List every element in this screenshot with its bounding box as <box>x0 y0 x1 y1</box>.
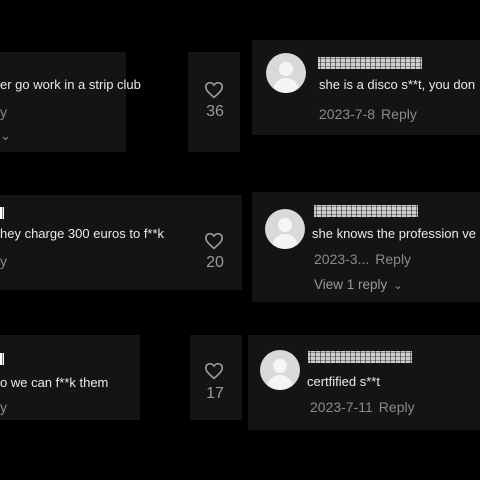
comment-text: hey charge 300 euros to f**k <box>0 226 165 241</box>
username-redacted[interactable] <box>318 57 422 69</box>
like-panel-1 <box>188 52 240 152</box>
reply-date: 2023-7-8 <box>319 106 376 122</box>
username-fragment <box>0 207 4 219</box>
comment-meta-fragment[interactable]: y <box>0 399 7 415</box>
view-replies-label: View 1 reply <box>314 277 388 292</box>
like-count: 20 <box>206 254 224 271</box>
reply-date: 2023-3... <box>314 251 370 267</box>
comment-meta-fragment[interactable]: y <box>0 253 7 269</box>
avatar-head-shape <box>278 218 292 232</box>
reply-text: certfified s**t <box>307 374 380 389</box>
avatar[interactable] <box>260 350 300 390</box>
username-fragment <box>0 353 4 365</box>
left-comment-panel-2 <box>0 195 190 290</box>
comment-text: er go work in a strip club <box>0 77 141 92</box>
username-redacted[interactable] <box>314 205 418 217</box>
view-replies-button[interactable]: View 1 reply ⌄ <box>314 277 403 292</box>
reply-button[interactable]: Reply <box>379 399 415 415</box>
comments-screenshot: er go work in a strip club y ⌄ hey charg… <box>0 0 480 480</box>
reply-meta: 2023-7-11 Reply <box>310 399 415 415</box>
avatar[interactable] <box>266 53 306 93</box>
reply-meta: 2023-7-8 Reply <box>319 106 417 122</box>
avatar-body-shape <box>267 375 293 390</box>
left-comment-panel-1 <box>0 52 126 152</box>
heart-outline-icon[interactable] <box>204 232 224 250</box>
chevron-down-icon: ⌄ <box>393 280 403 292</box>
reply-button[interactable]: Reply <box>381 106 417 122</box>
avatar-body-shape <box>273 78 299 93</box>
heart-outline-icon[interactable] <box>204 81 224 99</box>
chevron-down-icon[interactable]: ⌄ <box>0 128 11 144</box>
reply-meta: 2023-3... Reply <box>314 251 411 267</box>
reply-date: 2023-7-11 <box>310 399 373 415</box>
like-count: 17 <box>206 385 224 402</box>
reply-text: she knows the profession ve <box>312 226 477 241</box>
reply-text: she is a disco s**t, you don <box>319 77 476 92</box>
reply-button[interactable]: Reply <box>375 251 411 267</box>
comment-meta-fragment[interactable]: y <box>0 104 7 120</box>
avatar-body-shape <box>272 234 298 249</box>
like-count: 36 <box>206 103 224 120</box>
avatar-head-shape <box>273 359 287 373</box>
comment-text: o we can f**k them <box>0 375 109 390</box>
avatar-head-shape <box>279 62 293 76</box>
username-redacted[interactable] <box>308 351 412 363</box>
heart-outline-icon[interactable] <box>204 362 224 380</box>
avatar[interactable] <box>265 209 305 249</box>
